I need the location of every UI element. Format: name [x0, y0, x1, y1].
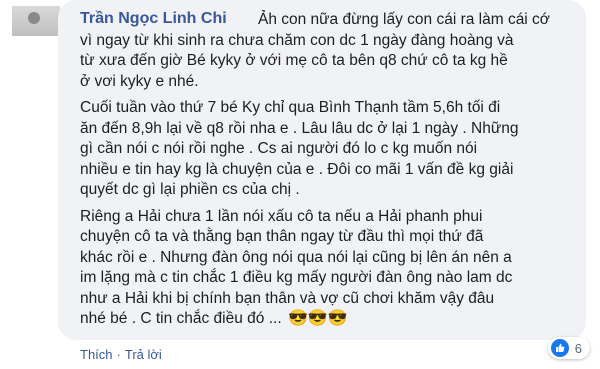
comment-line: chuyện cô ta và thằng bạn thân ngay từ đ…: [80, 228, 484, 245]
comment-line-text: nhé bé . C tin chắc điều đó ...: [80, 310, 282, 327]
comment-line-last: nhé bé . C tin chắc điều đó ... 😎😎😎: [80, 309, 580, 330]
separator-dot: ·: [116, 347, 121, 362]
comment-line: im lặng mà c tin chắc 1 điều kg mấy ngườ…: [80, 269, 513, 286]
avatar[interactable]: [12, 6, 60, 36]
comment-line: khác rồi e . Nhưng đàn ông nói qua nói l…: [80, 248, 512, 266]
comment-line: ở vơi kyky e nhé.: [80, 72, 199, 90]
comment-line: vì ngay từ khi sinh ra chưa chăm con dc …: [80, 31, 514, 49]
comment-line: quyết dc gì lại phiền cs của chị .: [80, 181, 300, 198]
reaction-count: 6: [574, 340, 582, 356]
comment-line: từ xưa đến giờ Bé kyky ở với mẹ cô ta bê…: [80, 52, 508, 69]
like-button[interactable]: Thích: [80, 347, 113, 362]
comment-line: Ảh con nữa đừng lấy con cái ra làm cái c…: [258, 11, 550, 28]
comment-line: Riêng a Hải chưa 1 lần nói xấu cô ta nếu…: [80, 207, 483, 225]
comment-line: nhiều e tin hay kg là chuyện của e . Đôi…: [80, 160, 514, 178]
comment-line: gì cần nói c nói rồi nghe . Cs ai người …: [80, 140, 478, 157]
comment-actions: Thích · Trả lời: [80, 347, 162, 362]
like-icon: [550, 339, 569, 357]
reply-button[interactable]: Trả lời: [125, 347, 162, 362]
reaction-summary[interactable]: 6: [547, 337, 590, 359]
comment-line: như a Hải khi bị chính bạn thân và vợ cũ…: [80, 289, 495, 307]
comment-line: Cuối tuần vào thứ 7 bé Ky chỉ qua Bình T…: [80, 99, 501, 116]
sunglasses-emoji-icon: 😎😎😎: [287, 310, 348, 327]
comment-line: ăn đến 8,9h lại về q8 rồi nha e . Lâu lâ…: [80, 119, 519, 137]
comment-text: Ảh con nữa đừng lấy con cái ra làm cái c…: [80, 10, 580, 330]
